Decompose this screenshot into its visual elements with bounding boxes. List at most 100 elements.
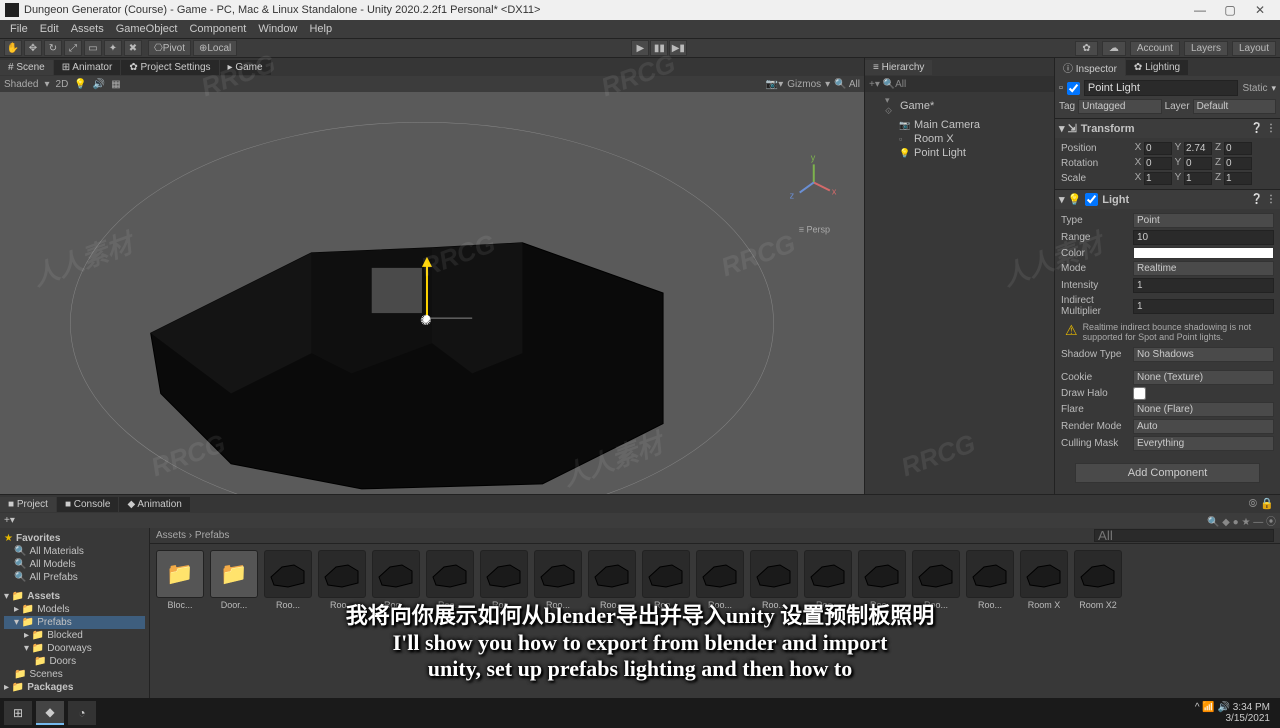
scene-search-icon[interactable]: 🔍 All: [834, 79, 860, 90]
project-search-input[interactable]: [1094, 529, 1274, 542]
project-grid-item[interactable]: Roo...: [750, 550, 798, 610]
tab-project-settings[interactable]: ✿ Project Settings: [121, 60, 218, 75]
rotation-z[interactable]: [1224, 157, 1252, 170]
tab-animator[interactable]: ⊞ Animator: [54, 60, 121, 75]
step-button[interactable]: ▶▮: [669, 40, 687, 56]
project-add-button[interactable]: +▾: [4, 515, 15, 526]
tab-game[interactable]: ▸ Game: [220, 60, 271, 75]
packages-header[interactable]: ▸ 📁 Packages: [4, 681, 145, 694]
light-enabled-checkbox[interactable]: [1085, 193, 1098, 206]
position-y[interactable]: [1184, 142, 1212, 155]
transform-header[interactable]: ▾ ⇲Transform❔ ⋮: [1055, 118, 1280, 138]
gameobject-name-field[interactable]: Point Light: [1084, 80, 1239, 96]
hierarchy-item-light[interactable]: 💡Point Light: [867, 146, 1052, 160]
taskbar-blender[interactable]: ◔: [68, 701, 96, 725]
2d-toggle[interactable]: 2D: [56, 79, 69, 90]
fav-all-models[interactable]: 🔍 All Models: [4, 558, 145, 571]
rotate-tool[interactable]: ↻: [44, 40, 62, 56]
tag-dropdown[interactable]: Untagged: [1078, 99, 1161, 114]
hierarchy-item-camera[interactable]: 📷Main Camera: [867, 118, 1052, 132]
hand-tool[interactable]: ✋: [4, 40, 22, 56]
move-tool[interactable]: ✥: [24, 40, 42, 56]
add-component-button[interactable]: Add Component: [1075, 463, 1260, 483]
scene-lighting-icon[interactable]: 💡: [74, 79, 86, 90]
rotation-y[interactable]: [1184, 157, 1212, 170]
project-grid-item[interactable]: Roo...: [912, 550, 960, 610]
light-range-field[interactable]: [1133, 230, 1274, 245]
project-grid-item[interactable]: Roo...: [642, 550, 690, 610]
menu-component[interactable]: Component: [183, 23, 252, 35]
shading-dropdown[interactable]: Shaded: [4, 79, 38, 90]
layer-dropdown[interactable]: Default: [1193, 99, 1276, 114]
rect-tool[interactable]: ▭: [84, 40, 102, 56]
project-grid-item[interactable]: 📁Door...: [210, 550, 258, 610]
project-grid-item[interactable]: Roo...: [966, 550, 1014, 610]
hierarchy-item-room[interactable]: ▫Room X: [867, 132, 1052, 146]
position-z[interactable]: [1224, 142, 1252, 155]
culling-mask-dropdown[interactable]: Everything: [1133, 436, 1274, 451]
project-grid-item[interactable]: 📁Bloc...: [156, 550, 204, 610]
project-grid-item[interactable]: Roo...: [534, 550, 582, 610]
project-grid-item[interactable]: Roo...: [696, 550, 744, 610]
position-x[interactable]: [1144, 142, 1172, 155]
tab-console[interactable]: ■ Console: [57, 497, 119, 512]
menu-file[interactable]: File: [4, 23, 34, 35]
start-button[interactable]: ⊞: [4, 701, 32, 725]
cookie-field[interactable]: None (Texture): [1133, 370, 1274, 385]
draw-halo-checkbox[interactable]: [1133, 387, 1146, 400]
project-grid-item[interactable]: Roo...: [264, 550, 312, 610]
scale-tool[interactable]: ⤢: [64, 40, 82, 56]
cloud-button[interactable]: ☁: [1102, 41, 1126, 56]
scene-audio-icon[interactable]: 🔊: [93, 79, 105, 90]
light-type-dropdown[interactable]: Point: [1133, 213, 1274, 228]
folder-prefabs[interactable]: ▾ 📁 Prefabs: [4, 616, 145, 629]
menu-help[interactable]: Help: [303, 23, 338, 35]
folder-scenes[interactable]: 📁 Scenes: [4, 668, 145, 681]
scene-viewport[interactable]: ✺ 📷 y x z ≡ Persp: [0, 92, 864, 494]
scene-fx-icon[interactable]: ▦: [111, 79, 120, 90]
menu-gameobject[interactable]: GameObject: [110, 23, 184, 35]
custom-tool[interactable]: ✖: [124, 40, 142, 56]
project-grid-item[interactable]: Room X2: [1074, 550, 1122, 610]
shadow-type-dropdown[interactable]: No Shadows: [1133, 347, 1274, 362]
light-header[interactable]: ▾ 💡Light❔ ⋮: [1055, 189, 1280, 209]
favorites-header[interactable]: ★Favorites: [4, 532, 145, 545]
light-color-swatch[interactable]: [1133, 247, 1274, 259]
taskbar-unity[interactable]: ◆: [36, 701, 64, 725]
maximize-button[interactable]: ▢: [1215, 3, 1245, 17]
menu-assets[interactable]: Assets: [65, 23, 110, 35]
light-indirect-field[interactable]: [1133, 299, 1274, 314]
project-grid-item[interactable]: Room X: [1020, 550, 1068, 610]
gameobject-enabled-checkbox[interactable]: [1067, 82, 1080, 95]
folder-models[interactable]: ▸ 📁 Models: [4, 603, 145, 616]
hierarchy-search[interactable]: +▾ 🔍 All: [865, 76, 1054, 92]
transform-tool[interactable]: ✦: [104, 40, 122, 56]
fav-all-materials[interactable]: 🔍 All Materials: [4, 545, 145, 558]
layers-dropdown[interactable]: Layers: [1184, 41, 1228, 56]
tab-project[interactable]: ■ Project: [0, 497, 56, 512]
play-button[interactable]: ▶: [631, 40, 649, 56]
folder-doorways[interactable]: ▾ 📁 Doorways: [4, 642, 145, 655]
static-dropdown[interactable]: Static: [1242, 83, 1267, 94]
assets-header[interactable]: ▾ 📁 Assets: [4, 590, 145, 603]
rotation-x[interactable]: [1144, 157, 1172, 170]
menu-window[interactable]: Window: [252, 23, 303, 35]
menu-edit[interactable]: Edit: [34, 23, 65, 35]
layout-dropdown[interactable]: Layout: [1232, 41, 1276, 56]
tab-animation[interactable]: ◆ Animation: [119, 497, 189, 512]
pause-button[interactable]: ▮▮: [650, 40, 668, 56]
flare-field[interactable]: None (Flare): [1133, 402, 1274, 417]
project-grid-item[interactable]: Roo...: [858, 550, 906, 610]
hierarchy-root[interactable]: ▾ ⟐Game*: [867, 94, 1052, 118]
light-intensity-field[interactable]: [1133, 278, 1274, 293]
folder-doors[interactable]: 📁 Doors: [4, 655, 145, 668]
gizmos-dropdown[interactable]: Gizmos: [787, 79, 821, 90]
project-grid-item[interactable]: Roo...: [480, 550, 528, 610]
project-view-icons[interactable]: 🔍 ◆ ● ★ — ⦿: [1207, 513, 1276, 528]
tab-lighting[interactable]: ✿ Lighting: [1126, 60, 1188, 75]
scene-camera-icon[interactable]: 📷▾: [766, 79, 783, 90]
project-grid-item[interactable]: Roo...: [588, 550, 636, 610]
scale-x[interactable]: [1144, 172, 1172, 185]
tab-hierarchy[interactable]: ≡ Hierarchy: [865, 60, 932, 75]
project-breadcrumb[interactable]: Assets › Prefabs: [150, 528, 1280, 544]
